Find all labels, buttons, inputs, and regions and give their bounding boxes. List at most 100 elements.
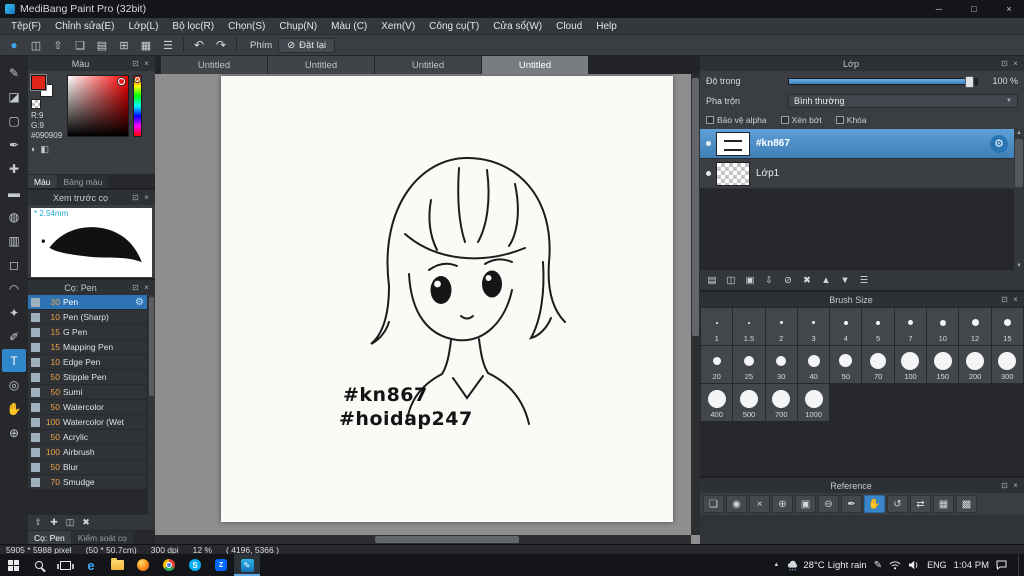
hue-marker[interactable] bbox=[135, 77, 140, 82]
brush-size-option[interactable]: 40 bbox=[797, 346, 830, 383]
clear-layer-icon[interactable]: ⊘ bbox=[780, 275, 796, 286]
brush-size-option[interactable]: 12 bbox=[959, 308, 991, 345]
scroll-down-icon[interactable]: ▼ bbox=[1014, 263, 1024, 269]
close-icon[interactable]: × bbox=[141, 193, 152, 202]
menu-item[interactable]: Bộ lọc(R) bbox=[165, 21, 221, 32]
slider-knob[interactable] bbox=[965, 75, 975, 88]
hidden-icons-chevron-icon[interactable]: ▲ bbox=[773, 562, 779, 568]
delete-layer-icon[interactable]: ✖ bbox=[799, 275, 815, 286]
close-icon[interactable]: × bbox=[1010, 295, 1021, 304]
checkbox[interactable] bbox=[835, 116, 844, 124]
brush-size-option[interactable]: 30 bbox=[765, 346, 797, 383]
add-brush-icon[interactable]: ✚ bbox=[47, 517, 61, 528]
lasso-tool[interactable]: ◠ bbox=[2, 277, 26, 300]
eyedropper-icon[interactable]: ✒ bbox=[841, 495, 862, 513]
marquee-tool[interactable]: ▢ bbox=[2, 109, 26, 132]
cloud-icon[interactable]: ● bbox=[4, 36, 24, 54]
flip-icon[interactable]: ⇄ bbox=[910, 495, 931, 513]
grid-overlay-icon[interactable]: ▦ bbox=[933, 495, 954, 513]
taskbar-app[interactable]: S bbox=[182, 554, 208, 576]
brush-size-option[interactable]: 20 bbox=[701, 346, 733, 383]
brush-item[interactable]: 70 Smudge ⚙ bbox=[28, 475, 147, 490]
show-desktop-button[interactable] bbox=[1018, 554, 1022, 576]
move-layer-up-icon[interactable]: ▲ bbox=[818, 275, 834, 286]
popout-icon[interactable]: ⊡ bbox=[999, 59, 1010, 68]
color-wheel-icon[interactable]: ◐ bbox=[31, 144, 36, 155]
brush-size-option[interactable]: 200 bbox=[959, 346, 991, 383]
brush-size-option[interactable]: 10 bbox=[927, 308, 959, 345]
minimize-button[interactable]: ─ bbox=[924, 0, 954, 18]
pan-tool[interactable]: ✋ bbox=[2, 397, 26, 420]
document-tab[interactable]: Untitled bbox=[375, 56, 481, 74]
close-reference-icon[interactable]: × bbox=[749, 495, 770, 513]
magic-wand-tool[interactable]: ✦ bbox=[2, 301, 26, 324]
layer-list-scrollbar[interactable]: ▲ ▼ bbox=[1014, 129, 1024, 270]
close-icon[interactable]: × bbox=[1010, 481, 1021, 490]
eraser-tool[interactable]: ◪ bbox=[2, 85, 26, 108]
brush-size-option[interactable]: 1000 bbox=[797, 384, 830, 421]
canvas-vertical-scrollbar[interactable] bbox=[691, 74, 700, 535]
canvas-page[interactable]: #kn867 #hoidap247 bbox=[221, 76, 673, 522]
brush-settings-icon[interactable]: ⚙ bbox=[135, 297, 144, 308]
layer-row[interactable]: Lớp1 ⚙ bbox=[700, 159, 1014, 189]
blend-mode-dropdown[interactable]: Bình thường ▼ bbox=[788, 94, 1018, 108]
brush-item[interactable]: 10 Edge Pen ⚙ bbox=[28, 355, 147, 370]
document-icon[interactable]: ▤ bbox=[92, 36, 112, 54]
canvas-viewport[interactable]: #kn867 #hoidap247 bbox=[155, 74, 700, 544]
layer-menu-icon[interactable]: ☰ bbox=[856, 275, 872, 286]
menu-item[interactable]: Công cụ(T) bbox=[422, 21, 486, 32]
text-tool[interactable]: T bbox=[2, 349, 26, 372]
brush-item[interactable]: 50 Acrylic ⚙ bbox=[28, 430, 147, 445]
brush-size-option[interactable]: 2 bbox=[765, 308, 797, 345]
taskbar-app[interactable] bbox=[156, 554, 182, 576]
scroll-up-icon[interactable]: ▲ bbox=[1014, 130, 1024, 136]
zoom-in-icon[interactable]: ⊕ bbox=[772, 495, 793, 513]
layer-option[interactable]: Xén bớt bbox=[780, 115, 822, 125]
shape-brush-tool[interactable]: ▬ bbox=[2, 181, 26, 204]
document-tab[interactable]: Untitled bbox=[482, 56, 588, 74]
brush-item[interactable]: 100 Airbrush ⚙ bbox=[28, 445, 147, 460]
canvas-horizontal-scrollbar[interactable] bbox=[155, 535, 691, 544]
clock[interactable]: 1:04 PM bbox=[954, 560, 989, 571]
color-slider-icon[interactable]: ◧ bbox=[40, 144, 49, 155]
brush-size-option[interactable]: 500 bbox=[733, 384, 765, 421]
task-view-button[interactable] bbox=[52, 554, 78, 576]
layer-row[interactable]: #kn867 ⚙ bbox=[700, 129, 1014, 159]
brush-tab[interactable]: Cọ: Pen bbox=[28, 531, 71, 544]
brush-size-option[interactable]: 150 bbox=[927, 346, 959, 383]
bucket-tool[interactable]: ◍ bbox=[2, 205, 26, 228]
wifi-icon[interactable] bbox=[889, 560, 901, 570]
delete-brush-icon[interactable]: ✖ bbox=[79, 517, 93, 528]
brush-item[interactable]: 15 Mapping Pen ⚙ bbox=[28, 340, 147, 355]
color-tab[interactable]: Màu bbox=[28, 175, 57, 188]
brush-size-option[interactable]: 400 bbox=[701, 384, 733, 421]
language-indicator[interactable]: ENG bbox=[927, 560, 947, 570]
foreground-color-swatch[interactable] bbox=[30, 74, 47, 91]
checkbox[interactable] bbox=[780, 116, 789, 124]
close-icon[interactable]: × bbox=[141, 59, 152, 68]
volume-icon[interactable] bbox=[908, 560, 920, 570]
color-tab[interactable]: Bảng màu bbox=[57, 175, 109, 188]
menu-item[interactable]: Xem(V) bbox=[374, 21, 422, 32]
brush-item[interactable]: 15 G Pen ⚙ bbox=[28, 325, 147, 340]
document-tab[interactable]: Untitled bbox=[268, 56, 374, 74]
brush-size-option[interactable]: 7 bbox=[894, 308, 927, 345]
sv-marker[interactable] bbox=[118, 78, 125, 85]
taskbar-app[interactable] bbox=[104, 554, 130, 576]
list-icon[interactable]: ☰ bbox=[158, 36, 178, 54]
move-tool[interactable]: ✚ bbox=[2, 157, 26, 180]
taskbar-app[interactable]: ✎ bbox=[234, 554, 260, 576]
brush-item[interactable]: 30 Pen ⚙ bbox=[28, 295, 147, 310]
duplicate-layer-icon[interactable]: ◫ bbox=[723, 275, 739, 286]
brush-size-option[interactable]: 300 bbox=[991, 346, 1023, 383]
menu-item[interactable]: Lớp(L) bbox=[122, 21, 166, 32]
grid-icon[interactable]: ⊞ bbox=[114, 36, 134, 54]
save-icon[interactable]: ◫ bbox=[26, 36, 46, 54]
menu-item[interactable]: Cloud bbox=[549, 21, 589, 32]
move-layer-down-icon[interactable]: ▼ bbox=[837, 275, 853, 286]
brush-item[interactable]: 50 Watercolor ⚙ bbox=[28, 400, 147, 415]
duplicate-brush-icon[interactable]: ◫ bbox=[63, 517, 77, 528]
transparent-swatch[interactable] bbox=[31, 99, 41, 109]
maximize-button[interactable]: □ bbox=[959, 0, 989, 18]
menu-item[interactable]: Màu (C) bbox=[324, 21, 374, 32]
